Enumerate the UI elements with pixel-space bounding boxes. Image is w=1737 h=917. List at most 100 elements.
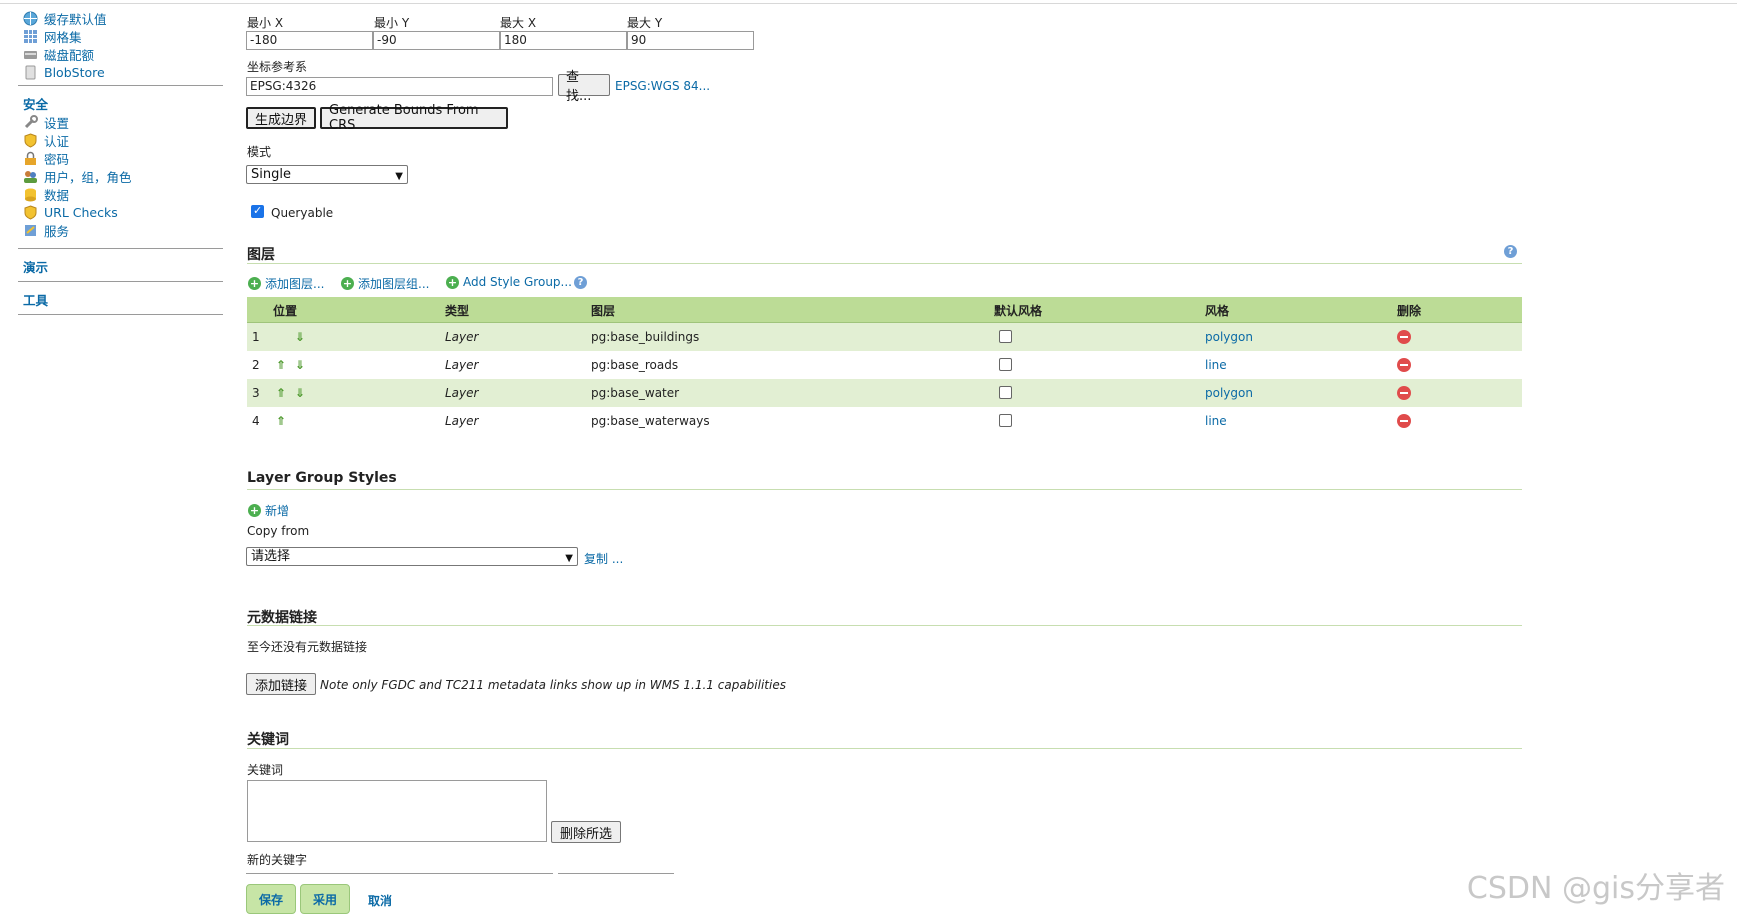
sidebar-item-label[interactable]: URL Checks	[44, 205, 118, 220]
remove-selected-button[interactable]: 删除所选	[551, 821, 621, 843]
find-crs-button[interactable]: 查找...	[558, 70, 610, 104]
move-up-icon[interactable]: ⇑	[276, 386, 286, 400]
keywords-list[interactable]	[247, 780, 547, 842]
sidebar-item-label[interactable]: 设置	[44, 113, 69, 132]
sidebar-item-label[interactable]: 缓存默认值	[44, 9, 107, 28]
remove-icon[interactable]	[1397, 414, 1411, 428]
remove-icon[interactable]	[1397, 330, 1411, 344]
sidebar-item-label[interactable]: 数据	[44, 185, 69, 204]
new-keyword-language[interactable]	[558, 873, 674, 874]
column-header: 图层	[591, 304, 616, 318]
default-style-checkbox[interactable]	[999, 358, 1012, 371]
sidebar-item-authentication[interactable]: 认证	[23, 131, 69, 149]
generate-bounds-from-crs-button[interactable]: Generate Bounds From CRS	[320, 103, 508, 133]
copy-link[interactable]: 复制 ...	[584, 550, 623, 567]
new-style-label[interactable]: 新增	[265, 502, 289, 519]
cancel-link[interactable]: 取消	[368, 892, 392, 909]
sidebar-item-label[interactable]: 密码	[44, 149, 69, 168]
section-divider	[247, 748, 1522, 749]
mode-select[interactable]: Single ▼	[246, 165, 408, 184]
maxx-field[interactable]: 180	[500, 31, 627, 50]
add-layer-group-label[interactable]: 添加图层组...	[358, 275, 429, 292]
grid-icon	[23, 29, 38, 44]
copy-from-select[interactable]: 请选择 ▼	[246, 547, 578, 566]
table-header: 位置 类型 图层 默认风格 风格 删除	[247, 297, 1522, 323]
move-down-icon[interactable]: ⇓	[295, 330, 305, 344]
sidebar-item-passwords[interactable]: 密码	[23, 149, 69, 167]
column-header: 删除	[1397, 304, 1422, 318]
sidebar-item-services[interactable]: 服务	[23, 221, 69, 239]
sidebar-heading-demo[interactable]: 演示	[23, 257, 48, 276]
sidebar-item-label[interactable]: 用户，组，角色	[44, 167, 132, 186]
sidebar-item-url-checks[interactable]: URL Checks	[23, 203, 118, 221]
sidebar-item-settings[interactable]: 设置	[23, 113, 69, 131]
sidebar-item-cache-defaults[interactable]: 缓存默认值	[23, 9, 107, 27]
sidebar-item-label[interactable]: 网格集	[44, 27, 82, 46]
sidebar-heading-security[interactable]: 安全	[23, 94, 48, 113]
add-layer-label[interactable]: 添加图层...	[265, 275, 324, 292]
table-row: 1 ⇓ Layer pg:base_buildings polygon	[247, 323, 1522, 351]
sidebar-item-users[interactable]: 用户，组，角色	[23, 167, 132, 185]
globe-icon	[23, 11, 38, 26]
keywords-title: 关键词	[247, 732, 289, 748]
service-icon	[23, 223, 38, 238]
copy-from-value: 请选择	[251, 549, 291, 564]
add-style-group-link[interactable]: + Add Style Group... ?	[446, 275, 587, 289]
row-layer-name: pg:base_roads	[591, 358, 679, 372]
metadata-note: Note only FGDC and TC211 metadata links …	[320, 678, 786, 692]
crs-description-link[interactable]: EPSG:WGS 84...	[615, 79, 710, 93]
sidebar-item-label[interactable]: 认证	[44, 131, 69, 150]
lock-icon	[23, 151, 38, 166]
row-type: Layer	[445, 358, 479, 372]
move-down-icon[interactable]: ⇓	[295, 358, 305, 372]
crs-field[interactable]: EPSG:4326	[246, 77, 553, 96]
shield-icon	[23, 204, 38, 220]
queryable-checkbox[interactable]	[251, 204, 264, 218]
section-divider	[247, 625, 1522, 626]
remove-icon[interactable]	[1397, 358, 1411, 372]
miny-field[interactable]: -90	[373, 31, 500, 50]
style-link[interactable]: line	[1205, 358, 1227, 372]
new-style-link[interactable]: + 新增	[248, 502, 289, 519]
sidebar-item-label[interactable]: 服务	[44, 221, 69, 240]
row-position: 4	[252, 414, 260, 428]
add-layer-link[interactable]: + 添加图层...	[248, 275, 324, 292]
top-border	[0, 3, 1737, 4]
apply-button[interactable]: 采用	[300, 884, 350, 914]
row-type: Layer	[445, 386, 479, 400]
move-down-icon[interactable]: ⇓	[295, 386, 305, 400]
add-link-button[interactable]: 添加链接	[246, 673, 316, 695]
crs-label: 坐标参考系	[247, 60, 308, 74]
move-up-icon[interactable]: ⇑	[276, 414, 286, 428]
sidebar-item-data[interactable]: 数据	[23, 185, 69, 203]
minx-label: 最小 X	[247, 16, 284, 30]
minx-field[interactable]: -180	[246, 31, 373, 50]
sidebar-item-label[interactable]: 磁盘配额	[44, 45, 94, 64]
sidebar-item-label[interactable]: BlobStore	[44, 65, 105, 80]
section-divider	[247, 263, 1522, 264]
style-link[interactable]: line	[1205, 414, 1227, 428]
help-icon[interactable]: ?	[1504, 245, 1517, 258]
default-style-checkbox[interactable]	[999, 414, 1012, 427]
maxy-field[interactable]: 90	[627, 31, 754, 50]
default-style-checkbox[interactable]	[999, 330, 1012, 343]
metadata-title: 元数据链接	[247, 610, 317, 626]
style-link[interactable]: polygon	[1205, 386, 1253, 400]
new-keyword-input[interactable]	[246, 873, 553, 874]
add-style-group-label[interactable]: Add Style Group...	[463, 275, 572, 289]
sidebar-item-blobstore[interactable]: BlobStore	[23, 63, 105, 81]
remove-icon[interactable]	[1397, 386, 1411, 400]
row-position: 1	[252, 330, 260, 344]
column-header: 类型	[445, 304, 470, 318]
move-up-icon[interactable]: ⇑	[276, 358, 286, 372]
sidebar-item-gridsets[interactable]: 网格集	[23, 27, 82, 45]
style-link[interactable]: polygon	[1205, 330, 1253, 344]
add-layer-group-link[interactable]: + 添加图层组...	[341, 275, 429, 292]
default-style-checkbox[interactable]	[999, 386, 1012, 399]
sidebar-divider	[18, 314, 223, 315]
save-button[interactable]: 保存	[246, 884, 296, 914]
help-icon[interactable]: ?	[573, 275, 587, 289]
sidebar-heading-tools[interactable]: 工具	[23, 290, 48, 309]
generate-bounds-button[interactable]: 生成边界	[246, 107, 316, 129]
sidebar-item-disk-quota[interactable]: 磁盘配额	[23, 45, 94, 63]
